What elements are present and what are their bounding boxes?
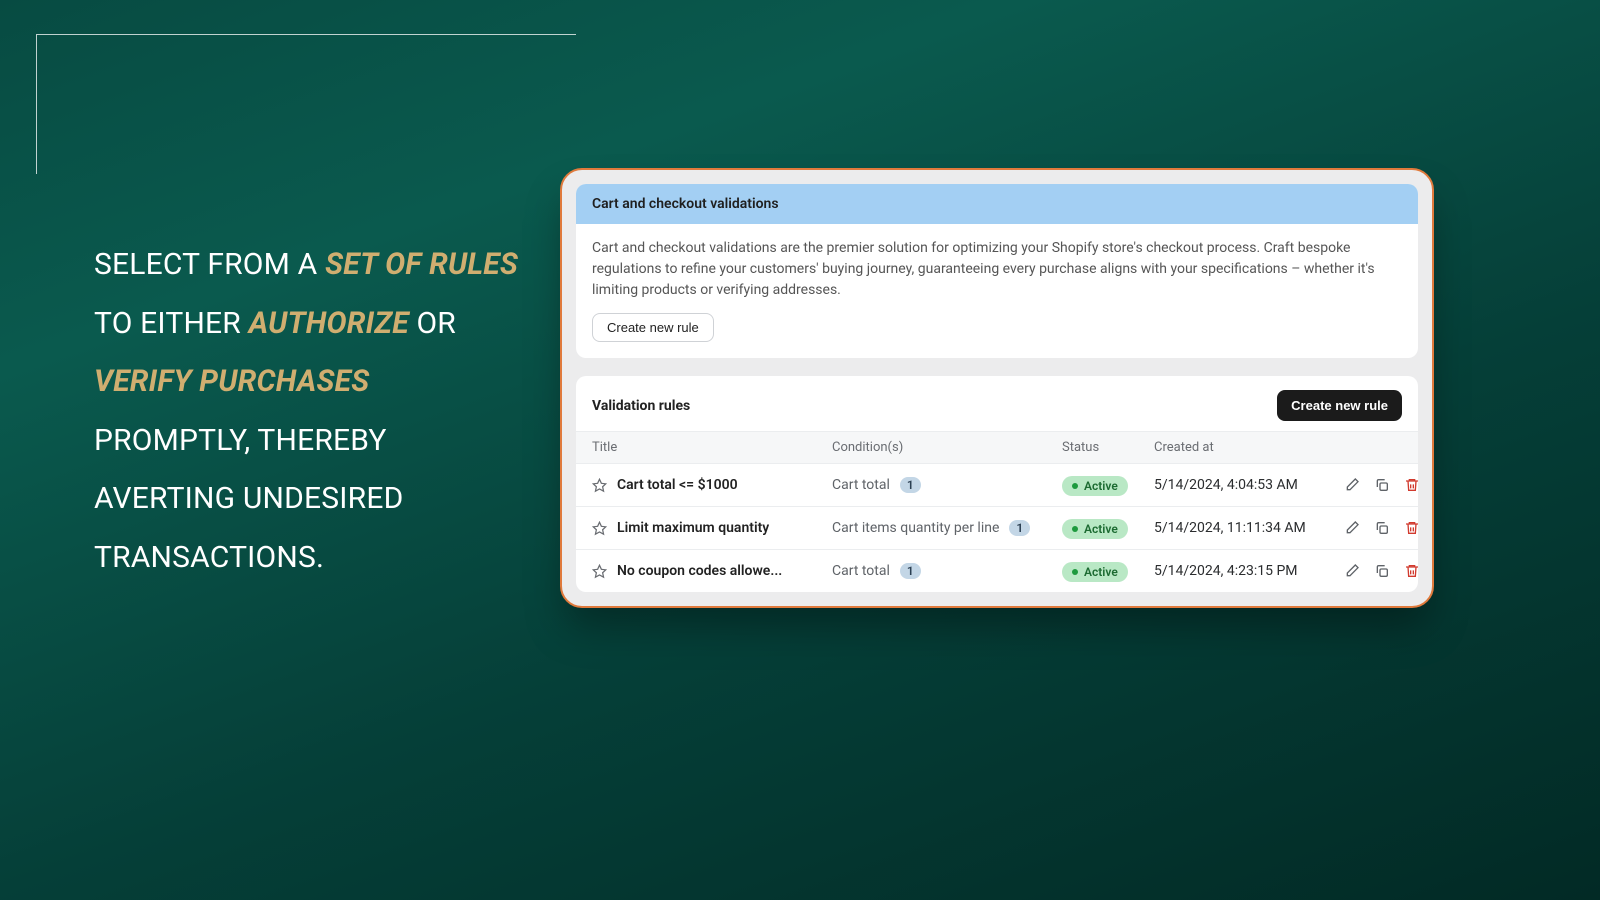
rules-card: Validation rules Create new rule Title C… <box>576 376 1418 592</box>
create-rule-button[interactable]: Create new rule <box>1277 390 1402 421</box>
rule-status-cell: Active <box>1062 517 1154 539</box>
star-icon <box>592 564 607 579</box>
rule-title-cell: No coupon codes allowe... <box>592 563 832 579</box>
rules-title: Validation rules <box>592 398 690 414</box>
copy-em-verify: VERIFY PURCHASES <box>94 364 369 399</box>
rules-card-header: Validation rules Create new rule <box>576 376 1418 431</box>
rules-table-header: Title Condition(s) Status Created at <box>576 431 1418 463</box>
star-icon <box>592 478 607 493</box>
col-status: Status <box>1062 440 1154 455</box>
marketing-copy: SELECT FROM A SET OF RULES TO EITHER AUT… <box>94 236 524 587</box>
copy-text: TO EITHER <box>94 306 249 341</box>
status-badge: Active <box>1062 562 1128 582</box>
rule-title-cell: Cart total <= $1000 <box>592 477 832 493</box>
copy-em-rules: SET OF RULES <box>325 247 518 282</box>
status-text: Active <box>1084 479 1118 493</box>
rule-title: No coupon codes allowe... <box>617 563 782 579</box>
header-bar: Cart and checkout validations <box>576 184 1418 224</box>
create-rule-button-top[interactable]: Create new rule <box>592 313 714 342</box>
rule-created-at: 5/14/2024, 4:23:15 PM <box>1154 563 1344 579</box>
header-description: Cart and checkout validations are the pr… <box>592 238 1402 301</box>
rule-condition: Cart items quantity per line <box>832 520 999 536</box>
rule-title-cell: Limit maximum quantity <box>592 520 832 536</box>
table-row[interactable]: Limit maximum quantity Cart items quanti… <box>576 506 1418 549</box>
rule-created-at: 5/14/2024, 11:11:34 AM <box>1154 520 1344 536</box>
status-text: Active <box>1084 522 1118 536</box>
rule-created-at: 5/14/2024, 4:04:53 AM <box>1154 477 1344 493</box>
rule-actions <box>1344 563 1418 579</box>
condition-count-badge: 1 <box>1009 520 1030 536</box>
duplicate-icon[interactable] <box>1374 520 1390 536</box>
table-row[interactable]: No coupon codes allowe... Cart total 1 A… <box>576 549 1418 592</box>
rule-title: Limit maximum quantity <box>617 520 769 536</box>
delete-icon[interactable] <box>1404 563 1418 579</box>
rule-condition-cell: Cart items quantity per line 1 <box>832 520 1062 536</box>
header-body: Cart and checkout validations are the pr… <box>576 224 1418 358</box>
status-dot-icon <box>1072 569 1078 575</box>
edit-icon[interactable] <box>1344 563 1360 579</box>
col-created: Created at <box>1154 440 1344 455</box>
col-actions <box>1344 440 1402 455</box>
status-text: Active <box>1084 565 1118 579</box>
copy-em-authorize: AUTHORIZE <box>249 306 409 341</box>
edit-icon[interactable] <box>1344 520 1360 536</box>
rule-condition-cell: Cart total 1 <box>832 563 1062 579</box>
status-dot-icon <box>1072 526 1078 532</box>
admin-panel: Cart and checkout validations Cart and c… <box>560 168 1434 608</box>
rule-title: Cart total <= $1000 <box>617 477 738 493</box>
status-dot-icon <box>1072 483 1078 489</box>
condition-count-badge: 1 <box>900 563 921 579</box>
rule-actions <box>1344 477 1418 493</box>
status-badge: Active <box>1062 519 1128 539</box>
duplicate-icon[interactable] <box>1374 563 1390 579</box>
delete-icon[interactable] <box>1404 520 1418 536</box>
table-row[interactable]: Cart total <= $1000 Cart total 1 Active … <box>576 463 1418 506</box>
col-conditions: Condition(s) <box>832 440 1062 455</box>
col-title: Title <box>592 440 832 455</box>
rule-condition: Cart total <box>832 563 890 579</box>
rule-condition-cell: Cart total 1 <box>832 477 1062 493</box>
edit-icon[interactable] <box>1344 477 1360 493</box>
rule-actions <box>1344 520 1418 536</box>
copy-text: OR <box>416 306 456 341</box>
delete-icon[interactable] <box>1404 477 1418 493</box>
header-title: Cart and checkout validations <box>592 196 779 212</box>
duplicate-icon[interactable] <box>1374 477 1390 493</box>
header-card: Cart and checkout validations Cart and c… <box>576 184 1418 358</box>
rule-status-cell: Active <box>1062 560 1154 582</box>
condition-count-badge: 1 <box>900 477 921 493</box>
copy-text: PROMPTLY, THEREBY AVERTING UNDESIRED TRA… <box>94 423 404 575</box>
star-icon <box>592 521 607 536</box>
decorative-corner <box>36 34 576 174</box>
copy-text: SELECT FROM A <box>94 247 325 282</box>
rule-condition: Cart total <box>832 477 890 493</box>
rule-status-cell: Active <box>1062 474 1154 496</box>
status-badge: Active <box>1062 476 1128 496</box>
